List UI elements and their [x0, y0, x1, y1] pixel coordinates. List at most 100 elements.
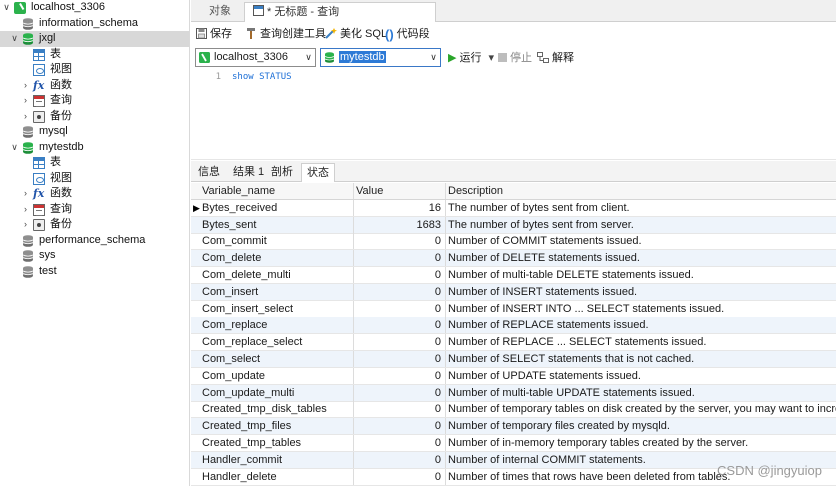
column-header[interactable]: Value — [354, 183, 444, 199]
chevron-right-icon[interactable]: › — [21, 109, 30, 125]
run-dropdown-icon[interactable]: ▾ — [489, 52, 495, 64]
variable-name-cell[interactable]: Com_select — [202, 351, 354, 367]
variable-name-cell[interactable]: Created_tmp_tables — [202, 435, 354, 451]
value-cell[interactable]: 0 — [354, 301, 444, 317]
chevron-right-icon[interactable]: › — [21, 186, 30, 202]
tree-node[interactable]: performance_schema — [0, 233, 189, 249]
description-cell[interactable]: Number of REPLACE ... SELECT statements … — [448, 334, 836, 350]
value-cell[interactable]: 1683 — [354, 217, 444, 233]
table-row[interactable]: Bytes_sent 1683 The number of bytes sent f… — [191, 216, 836, 234]
variable-name-cell[interactable]: Com_insert_select — [202, 301, 354, 317]
variable-name-cell[interactable]: Created_tmp_disk_tables — [202, 401, 354, 417]
chevron-down-icon[interactable]: ∨ — [2, 0, 11, 16]
tab-query[interactable]: * 无标题 - 查询 — [244, 2, 436, 22]
navigation-tree[interactable]: ∨ localhost_3306 information_schema ∨ jxgl 表视… — [0, 0, 190, 486]
value-cell[interactable]: 0 — [354, 334, 444, 350]
value-cell[interactable]: 0 — [354, 418, 444, 434]
tree-node[interactable]: › 查询 — [0, 202, 189, 218]
description-cell[interactable]: The number of bytes sent from server. — [448, 217, 836, 233]
table-row[interactable]: Com_delete_multi 0 Number of multi-table D… — [191, 267, 836, 284]
table-row[interactable]: Com_replace 0 Number of REPLACE statements… — [191, 317, 836, 335]
chevron-right-icon[interactable]: › — [21, 93, 30, 109]
table-row[interactable]: Com_update 0 Number of UPDATE statements i… — [191, 367, 836, 385]
description-cell[interactable]: Number of temporary tables on disk creat… — [448, 401, 836, 417]
description-cell[interactable]: The number of bytes sent from client. — [448, 200, 836, 216]
description-cell[interactable]: Number of UPDATE statements issued. — [448, 368, 836, 384]
table-row[interactable]: Com_commit 0 Number of COMMIT statements i… — [191, 233, 836, 251]
tree-node[interactable]: ∨ mytestdb — [0, 140, 189, 156]
run-button[interactable]: ▶ 运行 ▾ — [448, 50, 494, 66]
save-button[interactable]: 保存 — [196, 26, 232, 43]
variable-name-cell[interactable]: Com_delete — [202, 250, 354, 266]
value-cell[interactable]: 0 — [354, 435, 444, 451]
variable-name-cell[interactable]: Com_replace_select — [202, 334, 354, 350]
variable-name-cell[interactable]: Com_replace — [202, 317, 354, 333]
value-cell[interactable]: 0 — [354, 452, 444, 468]
tree-node[interactable]: ∨ localhost_3306 — [0, 0, 189, 16]
beautify-sql-button[interactable]: 美化 SQL — [325, 26, 387, 43]
description-cell[interactable]: Number of INSERT statements issued. — [448, 284, 836, 300]
value-cell[interactable]: 0 — [354, 351, 444, 367]
value-cell[interactable]: 0 — [354, 469, 444, 485]
table-row[interactable]: Com_insert 0 Number of INSERT statements i… — [191, 283, 836, 301]
variable-name-cell[interactable]: Com_update — [202, 368, 354, 384]
result-tab[interactable]: 信息 — [193, 163, 225, 182]
result-tab[interactable]: 结果 1 — [228, 163, 269, 182]
tree-node[interactable]: › 备份 — [0, 217, 189, 233]
value-cell[interactable]: 0 — [354, 401, 444, 417]
variable-name-cell[interactable]: Com_commit — [202, 233, 354, 249]
table-row[interactable]: Com_insert_select 0 Number of INSERT INTO … — [191, 300, 836, 318]
tree-node[interactable]: › 备份 — [0, 109, 189, 125]
chevron-right-icon[interactable]: › — [21, 78, 30, 94]
result-tab[interactable]: 剖析 — [266, 163, 298, 182]
chevron-down-icon[interactable]: ∨ — [10, 31, 19, 47]
connection-select[interactable]: localhost_3306 ∨ — [195, 48, 316, 67]
description-cell[interactable]: Number of multi-table DELETE statements … — [448, 267, 836, 283]
tree-node[interactable]: ∨ jxgl — [0, 31, 189, 47]
explain-button[interactable]: 解释 — [537, 50, 574, 66]
tree-node[interactable]: sys — [0, 248, 189, 264]
table-row[interactable]: Com_replace_select 0 Number of REPLACE ...… — [191, 334, 836, 352]
table-row[interactable]: Com_select 0 Number of SELECT statements t… — [191, 351, 836, 368]
chevron-right-icon[interactable]: › — [21, 217, 30, 233]
value-cell[interactable]: 0 — [354, 233, 444, 249]
tree-node[interactable]: mysql — [0, 124, 189, 140]
column-header[interactable]: Variable_name — [202, 183, 354, 199]
tab-objects[interactable]: 对象 — [197, 2, 243, 22]
sql-code[interactable]: show STATUS — [232, 72, 292, 82]
value-cell[interactable]: 0 — [354, 284, 444, 300]
variable-name-cell[interactable]: Handler_delete — [202, 469, 354, 485]
tree-node[interactable]: 视图 — [0, 171, 189, 187]
variable-name-cell[interactable]: Com_update_multi — [202, 385, 354, 401]
table-row[interactable]: Com_update_multi 0 Number of multi-table U… — [191, 384, 836, 402]
database-select[interactable]: mytestdb ∨ — [320, 48, 441, 67]
value-cell[interactable]: 0 — [354, 267, 444, 283]
value-cell[interactable]: 0 — [354, 250, 444, 266]
tree-node[interactable]: information_schema — [0, 16, 189, 32]
variable-name-cell[interactable]: Bytes_sent — [202, 217, 354, 233]
tree-node[interactable]: 表 — [0, 47, 189, 63]
table-row[interactable]: Created_tmp_tables 0 Number of in-memory t… — [191, 435, 836, 452]
tree-node[interactable]: test — [0, 264, 189, 280]
variable-name-cell[interactable]: Created_tmp_files — [202, 418, 354, 434]
value-cell[interactable]: 0 — [354, 368, 444, 384]
tree-node[interactable]: › 查询 — [0, 93, 189, 109]
variable-name-cell[interactable]: Com_delete_multi — [202, 267, 354, 283]
description-cell[interactable]: Number of temporary files created by mys… — [448, 418, 836, 434]
tree-node[interactable]: 表 — [0, 155, 189, 171]
table-row[interactable]: ▶ Bytes_received 16 The number of bytes sen… — [191, 199, 836, 217]
column-header[interactable]: Description — [448, 183, 836, 199]
result-tab[interactable]: 状态 — [301, 163, 335, 182]
variable-name-cell[interactable]: Bytes_received — [202, 200, 354, 216]
description-cell[interactable]: Number of COMMIT statements issued. — [448, 233, 836, 249]
value-cell[interactable]: 0 — [354, 317, 444, 333]
table-row[interactable]: Created_tmp_files 0 Number of temporary fi… — [191, 418, 836, 436]
table-row[interactable]: Com_delete 0 Number of DELETE statements i… — [191, 250, 836, 268]
value-cell[interactable]: 0 — [354, 385, 444, 401]
table-row[interactable]: Created_tmp_disk_tables 0 Number of tempor… — [191, 401, 836, 419]
status-grid[interactable]: Variable_name Value Description ▶ Bytes_rece… — [191, 183, 836, 486]
description-cell[interactable]: Number of multi-table UPDATE statements … — [448, 385, 836, 401]
sql-editor[interactable]: 1 show STATUS — [191, 70, 836, 160]
tree-node[interactable]: › fx 函数 — [0, 78, 189, 94]
chevron-down-icon[interactable]: ∨ — [10, 140, 19, 156]
